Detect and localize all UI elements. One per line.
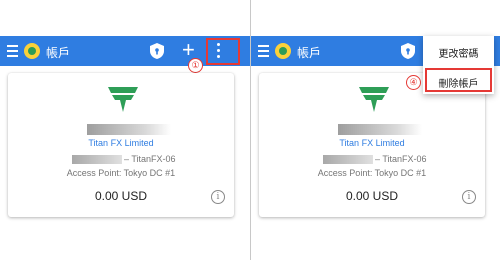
shield-icon[interactable] (150, 43, 164, 59)
menu-item-change-password[interactable]: 更改密碼 (423, 45, 494, 60)
titan-logo (108, 87, 138, 112)
page-title: 帳戶 (46, 46, 71, 60)
account-card[interactable]: Titan FX Limited – TitanFX-06 Access Poi… (8, 73, 234, 217)
app-logo-icon (275, 43, 291, 59)
more-button-highlight (206, 38, 240, 65)
account-balance: 0.00 USD (345, 189, 399, 203)
account-number-redacted (323, 155, 373, 164)
panel-left: 帳戶 + ① Titan FX Limited – TitanFX-06 Acc… (0, 0, 250, 260)
menu-icon[interactable] (258, 45, 269, 57)
server-name: – TitanFX-06 (375, 154, 427, 164)
step-1-marker: ① (188, 58, 203, 73)
account-name-redacted (87, 124, 171, 135)
delete-account-highlight (425, 68, 492, 92)
panel-right: 帳戶 Titan FX Limited – TitanFX-06 Access … (251, 0, 500, 260)
titan-logo (359, 87, 389, 112)
company-name: Titan FX Limited (88, 138, 154, 148)
account-card[interactable]: Titan FX Limited – TitanFX-06 Access Poi… (259, 73, 485, 217)
account-balance: 0.00 USD (94, 189, 148, 203)
access-point: Access Point: Tokyo DC #1 (66, 168, 176, 178)
menu-icon[interactable] (7, 45, 18, 57)
info-icon[interactable]: i (462, 190, 476, 204)
step-4-marker: ④ (406, 75, 421, 90)
page-title: 帳戶 (297, 46, 322, 60)
server-name: – TitanFX-06 (124, 154, 176, 164)
account-number-redacted (72, 155, 122, 164)
app-logo-icon (24, 43, 40, 59)
company-name: Titan FX Limited (339, 138, 405, 148)
account-name-redacted (338, 124, 422, 135)
shield-icon[interactable] (401, 43, 415, 59)
access-point: Access Point: Tokyo DC #1 (317, 168, 427, 178)
info-icon[interactable]: i (211, 190, 225, 204)
